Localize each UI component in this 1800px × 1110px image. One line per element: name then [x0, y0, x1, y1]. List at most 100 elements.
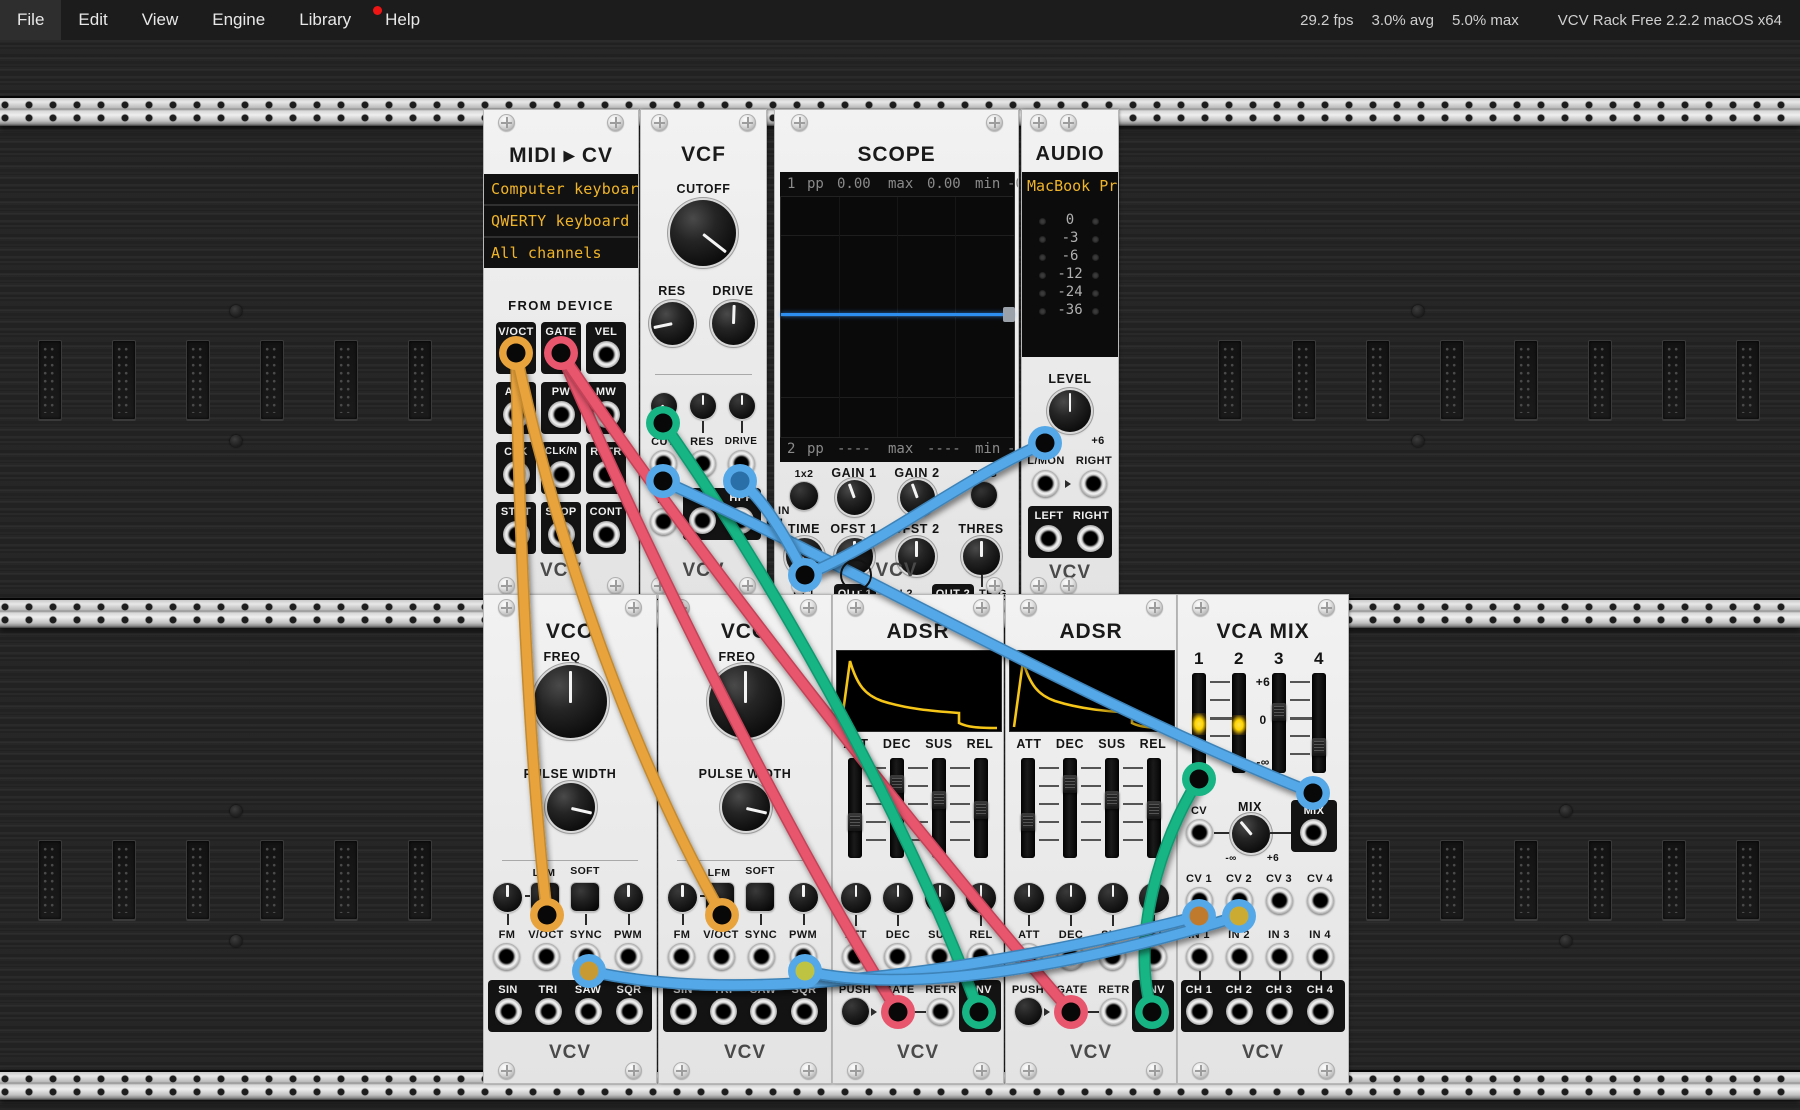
module-vcf[interactable]: VCF CUTOFF RES DRIVE CUT RES DRIVE IN LP… — [641, 110, 766, 598]
port-vca-ch1[interactable] — [1186, 998, 1213, 1025]
port-vel[interactable] — [593, 341, 620, 368]
cut-cv-knob[interactable] — [651, 393, 677, 419]
port-vca-ch3[interactable] — [1266, 998, 1293, 1025]
port-audio-right-in[interactable] — [1080, 470, 1107, 497]
pulse-width-knob[interactable] — [722, 783, 770, 831]
port-vca-mix-out[interactable] — [1300, 819, 1327, 846]
port-adsr-env[interactable] — [1139, 998, 1166, 1025]
port-vco-tri[interactable] — [710, 998, 737, 1025]
port-vca-cv[interactable] — [1186, 819, 1213, 846]
port-cut-cv[interactable] — [650, 450, 677, 477]
port-vco-voct[interactable] — [533, 943, 560, 970]
port-in[interactable] — [650, 508, 677, 535]
sus-cv-knob[interactable] — [1098, 883, 1128, 913]
slider-dec[interactable] — [1063, 758, 1077, 858]
port-vco-sin[interactable] — [495, 998, 522, 1025]
module-vco-2[interactable]: VCO FREQ PULSE WIDTH LFM SOFT FM V/OCT S… — [659, 595, 831, 1083]
port-vca-in4[interactable] — [1307, 943, 1334, 970]
slider-handle-rel[interactable] — [1147, 801, 1161, 819]
fader-3[interactable] — [1272, 673, 1286, 773]
port-vca-in3[interactable] — [1266, 943, 1293, 970]
scope-trig-button[interactable] — [971, 482, 997, 508]
pwm-attenuator-knob[interactable] — [614, 883, 643, 912]
audio-device-label[interactable]: MacBook Pro — [1027, 177, 1118, 195]
port-hpf[interactable] — [727, 507, 754, 534]
slider-handle-att[interactable] — [848, 813, 862, 831]
port-adsr-rel-cv[interactable] — [1140, 943, 1167, 970]
slider-dec[interactable] — [890, 758, 904, 858]
port-adsr-att-cv[interactable] — [842, 943, 869, 970]
port-adsr-dec-cv[interactable] — [884, 943, 911, 970]
gain1-knob[interactable] — [837, 480, 872, 515]
rel-cv-knob[interactable] — [966, 883, 996, 913]
port-vco-pwm[interactable] — [615, 943, 642, 970]
scope-1x2-button[interactable] — [790, 482, 818, 510]
port-gate[interactable] — [548, 341, 575, 368]
scope-trace-handle[interactable] — [1003, 307, 1015, 322]
slider-handle-rel[interactable] — [974, 801, 988, 819]
fm-attenuator-knob[interactable] — [493, 883, 522, 912]
port-voct[interactable] — [503, 341, 530, 368]
menu-engine[interactable]: Engine — [195, 0, 282, 40]
slider-handle-sus[interactable] — [1105, 791, 1119, 809]
res-cv-knob[interactable] — [690, 393, 716, 419]
fader-4-handle[interactable] — [1312, 738, 1326, 756]
port-adsr-att-cv[interactable] — [1015, 943, 1042, 970]
cutoff-knob[interactable] — [670, 200, 736, 266]
port-vca-ch2[interactable] — [1226, 998, 1253, 1025]
drive-cv-knob[interactable] — [729, 393, 755, 419]
module-scope[interactable]: SCOPE 1 pp 0.00 max 0.00 min -0. — [775, 110, 1018, 598]
module-audio[interactable]: AUDIO MacBook Pro 0 -3 -6 -12 -24 -36 LE… — [1022, 110, 1118, 598]
port-strt[interactable] — [503, 521, 530, 548]
port-vco-saw[interactable] — [575, 998, 602, 1025]
port-clk[interactable] — [503, 461, 530, 488]
rel-cv-knob[interactable] — [1139, 883, 1169, 913]
att-cv-knob[interactable] — [841, 883, 871, 913]
port-adsr-rel-cv[interactable] — [967, 943, 994, 970]
port-adsr-retr[interactable] — [927, 998, 954, 1025]
port-res-cv[interactable] — [689, 450, 716, 477]
port-vco-voct[interactable] — [708, 943, 735, 970]
pulse-width-knob[interactable] — [547, 783, 595, 831]
att-cv-knob[interactable] — [1014, 883, 1044, 913]
mix-knob[interactable] — [1232, 815, 1270, 853]
port-audio-left-out[interactable] — [1035, 525, 1062, 552]
menu-file[interactable]: File — [0, 0, 62, 40]
port-audio-right-out[interactable] — [1077, 525, 1104, 552]
port-vca-ch4[interactable] — [1307, 998, 1334, 1025]
fader-4[interactable] — [1312, 673, 1326, 773]
port-vco-pwm[interactable] — [790, 943, 817, 970]
port-vco-sync[interactable] — [573, 943, 600, 970]
fm-attenuator-knob[interactable] — [668, 883, 697, 912]
freq-knob[interactable] — [709, 665, 782, 738]
slider-handle-att[interactable] — [1021, 813, 1035, 831]
lfm-switch[interactable] — [706, 883, 734, 911]
menu-library[interactable]: Library — [282, 0, 368, 40]
pwm-attenuator-knob[interactable] — [789, 883, 818, 912]
module-midi-cv[interactable]: MIDI ▸ CV Computer keyboard/m QWERTY key… — [484, 110, 638, 598]
slider-att[interactable] — [848, 758, 862, 858]
port-cont[interactable] — [593, 521, 620, 548]
port-vco-fm[interactable] — [493, 943, 520, 970]
menu-view[interactable]: View — [125, 0, 196, 40]
port-mw[interactable] — [593, 401, 620, 428]
port-vca-in1[interactable] — [1186, 943, 1213, 970]
port-adsr-env[interactable] — [966, 998, 993, 1025]
port-aft[interactable] — [503, 401, 530, 428]
push-button[interactable] — [842, 998, 869, 1025]
freq-knob[interactable] — [534, 665, 607, 738]
port-clkn[interactable] — [548, 461, 575, 488]
sus-cv-knob[interactable] — [925, 883, 955, 913]
port-vca-in2[interactable] — [1226, 943, 1253, 970]
slider-att[interactable] — [1021, 758, 1035, 858]
menu-edit[interactable]: Edit — [61, 0, 124, 40]
rack-canvas[interactable]: MIDI ▸ CV Computer keyboard/m QWERTY key… — [0, 40, 1800, 1110]
port-adsr-gate[interactable] — [885, 998, 912, 1025]
port-retr[interactable] — [593, 461, 620, 488]
port-vco-tri[interactable] — [535, 998, 562, 1025]
push-button[interactable] — [1015, 998, 1042, 1025]
midi-driver-row[interactable]: Computer keyboard/m — [484, 174, 638, 206]
scope-display[interactable] — [780, 172, 1015, 462]
port-lpf[interactable] — [689, 507, 716, 534]
port-adsr-dec-cv[interactable] — [1057, 943, 1084, 970]
